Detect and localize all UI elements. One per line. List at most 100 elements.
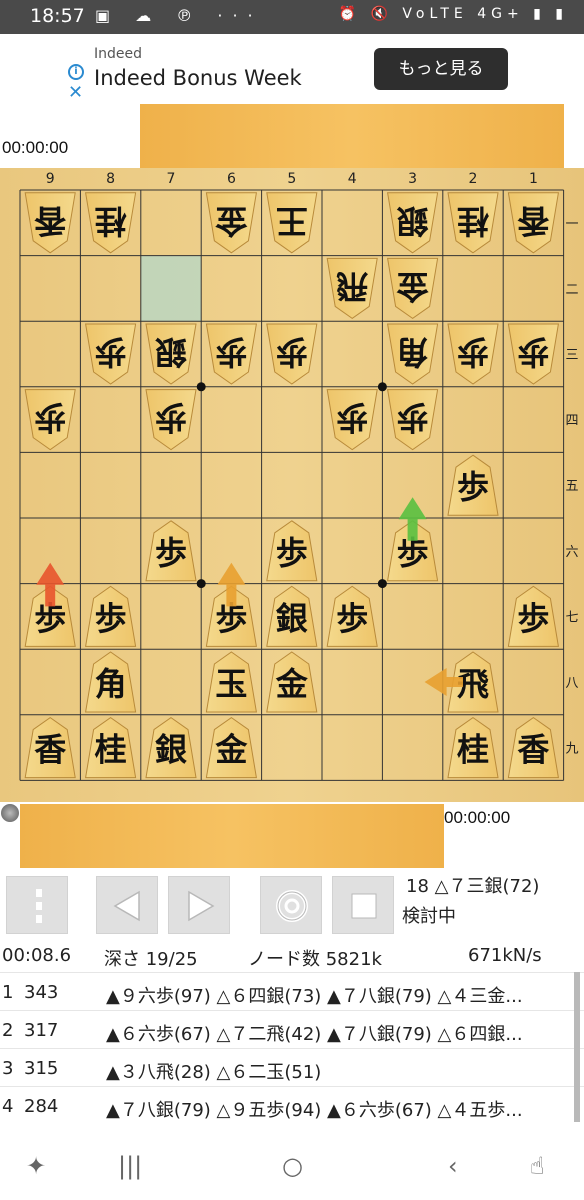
pv-moves: ▲７八銀(79) △９五歩(94) ▲６六歩(67) △４五歩... [106, 1100, 523, 1121]
row-label: 三 [565, 348, 578, 363]
piece-label: 歩 [517, 333, 549, 371]
piece-label: 歩 [155, 399, 187, 437]
column-label: 5 [287, 171, 296, 187]
ad-info-icon[interactable]: i [68, 64, 84, 80]
piece-label: 歩 [34, 399, 66, 437]
piece-label: 歩 [457, 333, 489, 371]
piece-label: 歩 [95, 333, 127, 371]
column-label: 2 [469, 171, 478, 187]
piece-label: 角 [95, 665, 127, 703]
pv-scrollbar[interactable] [574, 972, 580, 1122]
star-point [196, 382, 206, 392]
pv-rank: 2 [2, 1020, 14, 1041]
stop-button[interactable] [332, 876, 394, 934]
piece-label: 桂 [457, 202, 489, 240]
pv-line-4[interactable]: 4 284 ▲７八銀(79) △９五歩(94) ▲６六歩(67) △４五歩... [0, 1086, 584, 1124]
menu-button[interactable] [6, 876, 68, 934]
control-panel: 18 △７三銀(72) 検討中 00:08.6 深さ 19/25 ノード数 58… [0, 868, 584, 972]
pv-line-2[interactable]: 2 317 ▲６六歩(67) △７二飛(42) ▲７八銀(79) △６四銀... [0, 1010, 584, 1048]
star-point [377, 382, 387, 392]
piece-label: 銀 [155, 731, 187, 769]
elapsed-time: 00:08.6 [2, 945, 72, 966]
piece-label: 歩 [457, 468, 489, 506]
piece-label: 桂 [95, 731, 127, 769]
row-label: 二 [565, 282, 578, 297]
opponent-timer: 00:00:00 [2, 138, 69, 157]
row-label: 七 [565, 610, 578, 625]
piece-label: 金 [214, 731, 248, 769]
gamepad-icon[interactable]: ✦ [26, 1152, 46, 1180]
column-label: 8 [106, 171, 115, 187]
piece-label: 金 [214, 202, 248, 240]
system-navbar: ✦ ||| ○ ‹ ☝ [0, 1132, 584, 1200]
next-move-button[interactable] [168, 876, 230, 934]
shogi-board[interactable]: 9 8 7 6 5 4 3 2 1一二三四五六七八九香桂金王銀桂香飛 金歩銀歩歩角歩歩歩歩歩歩歩歩… [0, 168, 584, 802]
row-label: 六 [565, 545, 578, 560]
pv-rank: 4 [2, 1096, 14, 1117]
nodes-per-second: 671kN/s [468, 945, 542, 966]
analyze-button[interactable] [260, 876, 322, 934]
row-label: 五 [565, 479, 578, 494]
star-point [196, 579, 206, 589]
piece-label: 歩 [336, 599, 368, 637]
pv-rank: 1 [2, 982, 14, 1003]
piece-label: 歩 [517, 599, 549, 637]
player-timer: 00:00:00 [444, 808, 511, 827]
pv-score: 315 [24, 1058, 59, 1079]
ad-title[interactable]: Indeed Bonus Week [94, 66, 302, 90]
piece-label: 飛 [336, 267, 368, 305]
pv-score: 284 [24, 1096, 59, 1117]
home-icon[interactable]: ○ [282, 1152, 303, 1180]
recents-icon[interactable]: ||| [118, 1152, 142, 1180]
ad-close-icon[interactable]: ✕ [68, 82, 83, 103]
piece-label: 香 [517, 731, 549, 769]
star-point [377, 579, 387, 589]
column-label: 7 [167, 171, 176, 187]
piece-label: 角 [397, 333, 429, 371]
piece-label: 銀 [397, 202, 429, 240]
column-label: 3 [408, 171, 417, 187]
piece-label: 歩 [215, 333, 247, 371]
touch-icon[interactable]: ☝ [530, 1152, 545, 1180]
column-label: 4 [348, 171, 357, 187]
turn-indicator-icon [1, 804, 19, 822]
piece-label: 銀 [155, 333, 187, 371]
back-icon[interactable]: ‹ [448, 1152, 458, 1180]
piece-label: 香 [34, 731, 66, 769]
ad-more-button[interactable]: もっと見る [374, 48, 508, 90]
system-icons: ⏰ 🔇 VoLTE 4G+ ▮ ▮ [338, 6, 568, 22]
piece-label: 歩 [155, 534, 187, 572]
piece-label: 歩 [276, 534, 308, 572]
opponent-piece-stand [140, 104, 564, 168]
piece-label: 桂 [95, 202, 127, 240]
pv-moves: ▲３八飛(28) △６二玉(51) [106, 1062, 322, 1083]
piece-label: 歩 [95, 599, 127, 637]
status-bar: 18:57 ▣ ☁ ℗ ··· ⏰ 🔇 VoLTE 4G+ ▮ ▮ [0, 0, 584, 34]
row-label: 一 [565, 217, 578, 232]
row-label: 四 [565, 414, 578, 429]
column-label: 1 [529, 171, 538, 187]
last-move-highlight [140, 255, 202, 322]
row-label: 八 [565, 676, 578, 691]
notification-icons: ▣ ☁ ℗ ··· [95, 6, 263, 25]
player-piece-stand [20, 804, 444, 868]
pv-score: 343 [24, 982, 59, 1003]
piece-label: 桂 [457, 731, 489, 769]
column-label: 6 [227, 171, 236, 187]
pv-line-3[interactable]: 3 315 ▲３八飛(28) △６二玉(51) [0, 1048, 584, 1086]
piece-label: 王 [276, 202, 308, 240]
pv-rank: 3 [2, 1058, 14, 1079]
clock: 18:57 [30, 5, 85, 27]
piece-label: 歩 [276, 333, 308, 371]
search-depth: 深さ 19/25 [104, 949, 198, 970]
last-move: 18 △７三銀(72) [406, 876, 540, 897]
row-label: 九 [565, 742, 578, 757]
piece-label: 玉 [215, 665, 247, 703]
piece-label: 香 [517, 202, 549, 240]
prev-move-button[interactable] [96, 876, 158, 934]
ad-banner[interactable]: i ✕ Indeed Indeed Bonus Week もっと見る [66, 34, 518, 104]
piece-label: 金 [275, 665, 309, 703]
piece-label: 銀 [276, 599, 308, 637]
column-label: 9 [46, 171, 55, 187]
pv-line-1[interactable]: 1 343 ▲９六歩(97) △６四銀(73) ▲７八銀(79) △４三金... [0, 972, 584, 1010]
